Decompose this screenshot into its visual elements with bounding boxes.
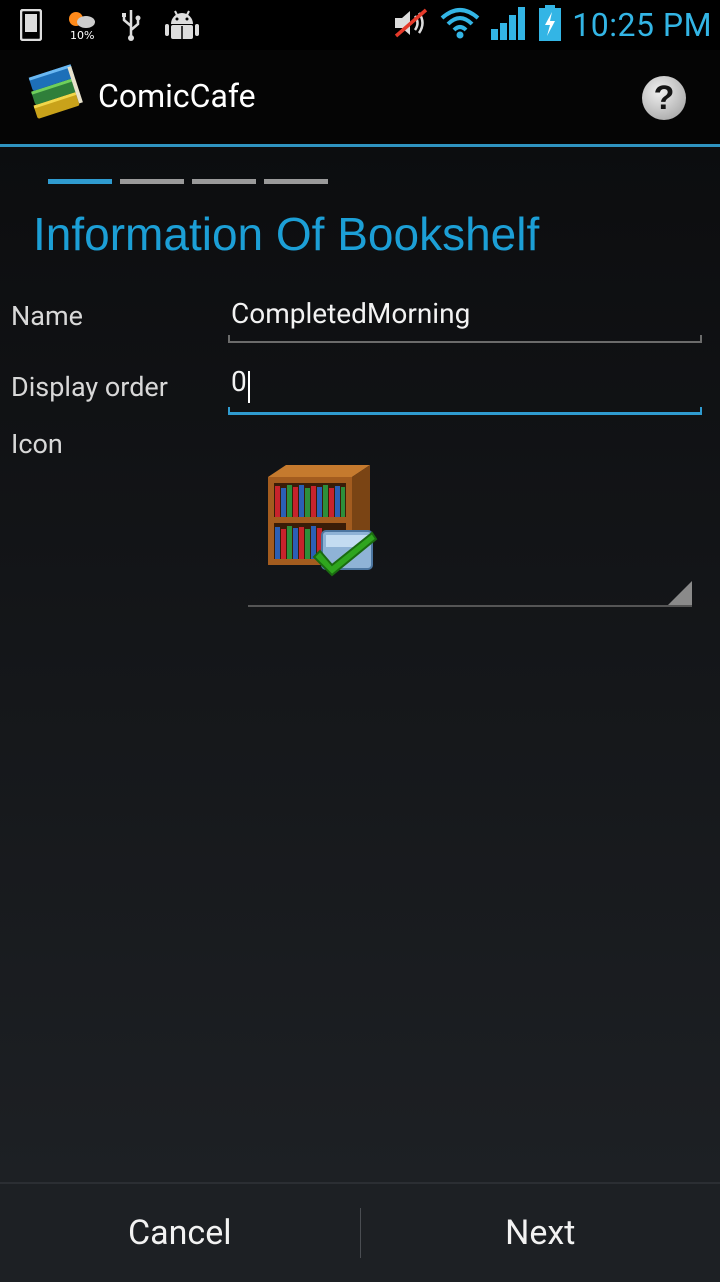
mute-icon [392, 6, 430, 44]
weather-icon: 10% [64, 8, 98, 42]
status-time: 10:25 PM [572, 6, 712, 44]
step-indicator-4 [264, 179, 328, 184]
name-field[interactable]: CompletedMorning [228, 297, 702, 343]
comiccafe-logo-icon [26, 64, 88, 130]
weather-percent: 10% [70, 29, 94, 42]
battery-charging-icon [538, 4, 562, 46]
display-order-field[interactable]: 0 [228, 365, 702, 415]
action-bar: ComicCafe ? [0, 50, 720, 147]
bookshelf-form: Information Of Bookshelf Name CompletedM… [0, 147, 720, 1182]
icon-label: Icon [11, 428, 63, 460]
icon-selector[interactable] [248, 451, 692, 607]
name-field-value: CompletedMorning [228, 297, 470, 330]
cancel-button[interactable]: Cancel [0, 1184, 360, 1282]
signal-icon [490, 5, 528, 45]
wifi-icon [440, 6, 480, 44]
page-title: Information Of Bookshelf [33, 207, 539, 261]
help-button[interactable]: ? [642, 76, 686, 120]
name-label: Name [11, 300, 83, 332]
icon-selector-underline [248, 605, 692, 607]
display-order-label: Display order [11, 371, 168, 403]
dropdown-corner-icon [668, 581, 692, 605]
step-indicator-2 [120, 179, 184, 184]
display-order-underline [228, 412, 702, 415]
step-indicator-1 [48, 179, 112, 184]
next-button[interactable]: Next [361, 1184, 720, 1282]
button-bar: Cancel Next [0, 1182, 720, 1282]
display-order-value: 0 [228, 365, 247, 398]
name-field-underline [228, 341, 702, 343]
usb-icon [116, 8, 146, 42]
status-bar: 10% 10:25 PM [0, 0, 720, 50]
text-cursor [248, 371, 250, 403]
android-debug-icon [164, 8, 200, 42]
bookshelf-check-icon [260, 459, 390, 589]
wizard-step-indicator [48, 179, 328, 184]
app-title: ComicCafe [98, 77, 256, 115]
phone-icon [16, 8, 46, 42]
step-indicator-3 [192, 179, 256, 184]
